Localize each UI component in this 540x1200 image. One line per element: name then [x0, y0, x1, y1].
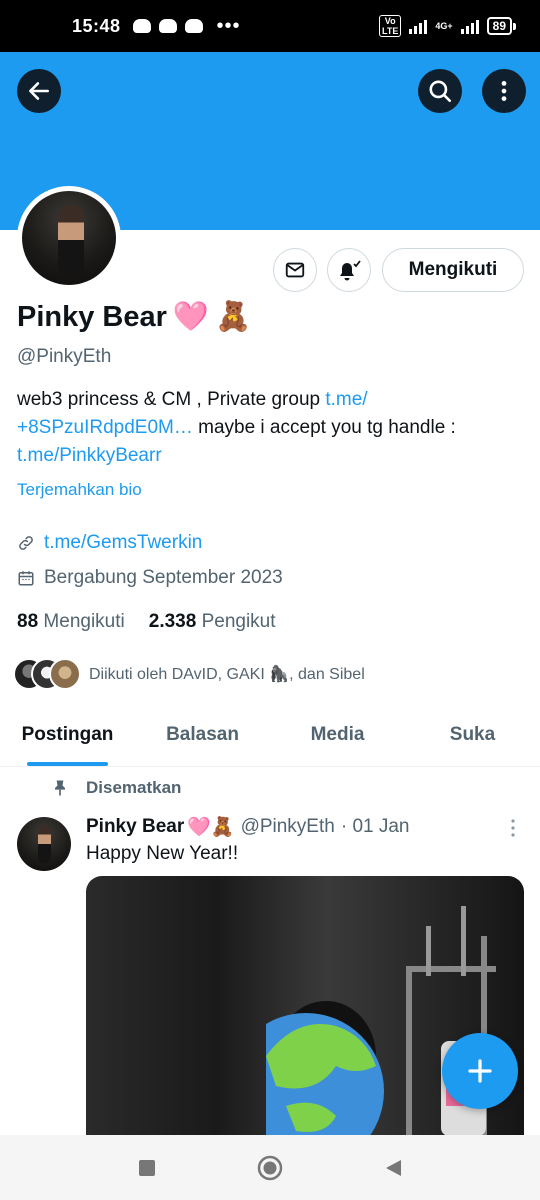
- website-link[interactable]: t.me/GemsTwerkin: [44, 532, 202, 554]
- active-tab-indicator: [27, 762, 108, 766]
- profile-name: Pinky Bear 🩷 🧸: [17, 300, 251, 334]
- search-icon: [429, 80, 452, 103]
- followers-count: 2.338: [148, 611, 197, 632]
- compose-post-button[interactable]: [442, 1033, 518, 1109]
- tab-label: Media: [310, 724, 365, 745]
- discord-notification-icon: [158, 19, 177, 33]
- author-name-emojis: 🩷🧸: [187, 817, 235, 838]
- notifications-button[interactable]: [327, 248, 371, 292]
- follower-avatar: [49, 658, 81, 690]
- following-count: 88: [17, 611, 39, 632]
- pinned-indicator: Disematkan: [50, 778, 181, 798]
- joined-date: Bergabung September 2023: [44, 567, 283, 588]
- followed-by[interactable]: Diikuti oleh DAvID, GAKI 🦍, dan Sibel: [13, 658, 365, 690]
- profile-name-emoji-bear: 🧸: [215, 301, 252, 333]
- followers-count-link[interactable]: 2.338 Pengikut: [149, 611, 276, 633]
- status-bar: 15:48 ••• Vo LTE 4G+ 89: [0, 0, 540, 52]
- notification-icons: •••: [132, 15, 241, 37]
- more-vertical-icon: [501, 81, 507, 101]
- bio-text: web3 princess & CM , Private group: [17, 389, 326, 410]
- bio-text: maybe i accept you tg handle :: [192, 417, 456, 438]
- post-text: Happy New Year!!: [86, 843, 239, 864]
- mail-icon: [285, 262, 305, 278]
- avatar-image: [22, 191, 116, 285]
- more-notifications-icon: •••: [216, 15, 241, 37]
- message-button[interactable]: [273, 248, 317, 292]
- plus-icon: [468, 1059, 492, 1083]
- system-navigation-bar: [0, 1135, 540, 1200]
- home-icon[interactable]: [257, 1155, 283, 1181]
- post-date[interactable]: · 01 Jan: [341, 816, 410, 838]
- tab-likes[interactable]: Suka: [405, 710, 540, 766]
- back-button[interactable]: [17, 69, 61, 113]
- discord-notification-icon: [132, 19, 151, 33]
- arrow-left-icon: [29, 82, 49, 100]
- battery-level: 89: [486, 17, 517, 35]
- post-more-button[interactable]: [505, 818, 521, 843]
- tab-label: Postingan: [21, 724, 114, 745]
- following-label: Mengikuti: [43, 611, 125, 632]
- bio-link-handle[interactable]: t.me/PinkkyBearr: [17, 445, 162, 466]
- discord-notification-icon: [184, 19, 203, 33]
- post-author-name[interactable]: Pinky Bear 🩷🧸: [86, 815, 235, 839]
- followers-label: Pengikut: [201, 611, 276, 632]
- pin-icon: [55, 780, 65, 796]
- volte-icon: Vo LTE: [379, 15, 402, 37]
- profile-joined: Bergabung September 2023: [17, 567, 283, 589]
- post-author-handle: @PinkyEth: [240, 816, 335, 837]
- author-name-text: Pinky Bear: [86, 816, 185, 837]
- following-count-link[interactable]: 88 Mengikuti: [17, 611, 125, 633]
- signal-icon: [409, 18, 428, 34]
- calendar-icon: [18, 571, 34, 586]
- tab-posts[interactable]: Postingan: [0, 710, 135, 766]
- follow-counts: 88 Mengikuti 2.338 Pengikut: [17, 611, 276, 633]
- followed-by-text: Diikuti oleh DAvID, GAKI 🦍, dan Sibel: [89, 666, 365, 683]
- bell-subscribed-icon: [340, 260, 361, 281]
- translate-bio-link[interactable]: Terjemahkan bio: [17, 480, 142, 500]
- profile-handle: @PinkyEth: [17, 346, 112, 367]
- tab-replies[interactable]: Balasan: [135, 710, 270, 766]
- profile-website: t.me/GemsTwerkin: [17, 532, 202, 554]
- link-icon: [19, 536, 33, 550]
- following-button[interactable]: Mengikuti: [382, 248, 524, 292]
- network-type: 4G+: [435, 20, 453, 31]
- post-author-avatar[interactable]: [17, 817, 71, 871]
- more-options-button[interactable]: [482, 69, 526, 113]
- signal-icon-2: [460, 18, 479, 34]
- profile-bio: web3 princess & CM , Private group t.me/…: [17, 386, 527, 470]
- status-time: 15:48: [72, 15, 121, 36]
- tab-label: Balasan: [166, 724, 239, 745]
- post-header: Pinky Bear 🩷🧸 @PinkyEth · 01 Jan: [86, 815, 410, 839]
- more-vertical-icon: [511, 819, 515, 837]
- tab-media[interactable]: Media: [270, 710, 405, 766]
- profile-avatar[interactable]: [17, 186, 121, 290]
- back-nav-icon[interactable]: [383, 1158, 403, 1178]
- tab-label: Suka: [449, 724, 496, 745]
- search-button[interactable]: [418, 69, 462, 113]
- profile-name-emoji-heart: 🩷: [172, 301, 210, 333]
- profile-tabs: Postingan Balasan Media Suka: [0, 710, 540, 767]
- profile-name-text: Pinky Bear: [17, 300, 167, 333]
- recent-apps-icon[interactable]: [137, 1158, 157, 1178]
- pinned-label: Disematkan: [86, 778, 182, 797]
